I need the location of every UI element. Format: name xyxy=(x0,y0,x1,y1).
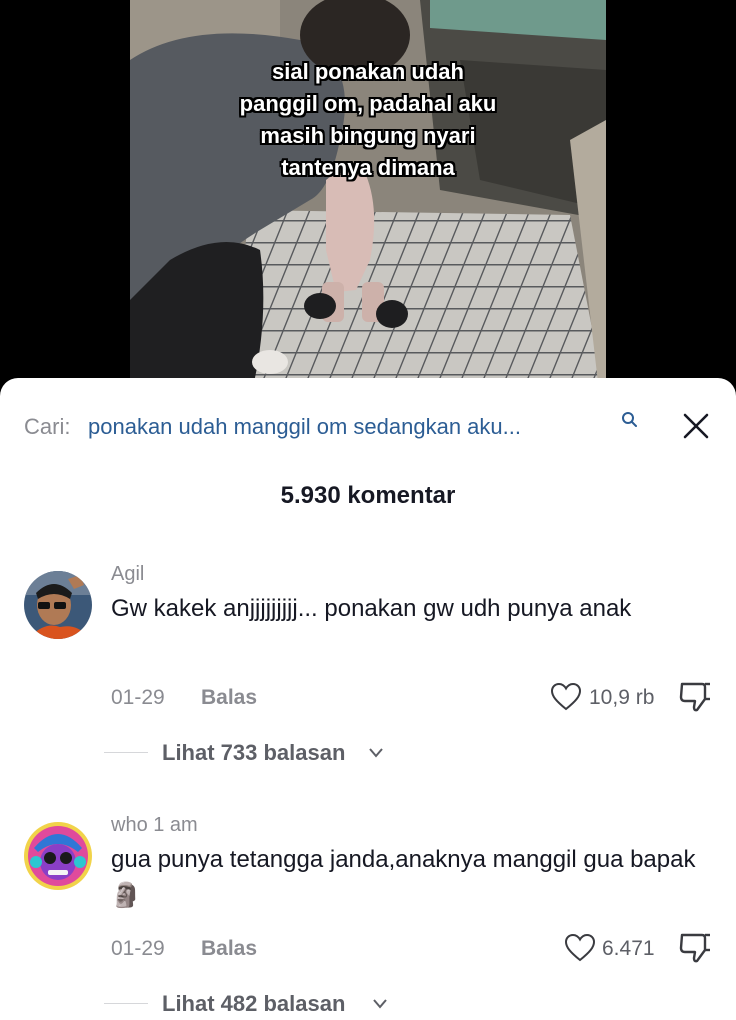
comment-text: Gw kakek anjjjjjjjjj... ponakan gw udh p… xyxy=(111,591,701,627)
caption-line: masih bingung nyari xyxy=(260,123,476,148)
comments-sheet: Cari: ponakan udah manggil om sedangkan … xyxy=(0,378,736,1020)
video-frame[interactable]: sial ponakan udah panggil om, padahal ak… xyxy=(130,0,606,400)
comments-count: 5.930 komentar xyxy=(280,482,456,509)
close-icon[interactable] xyxy=(678,408,714,444)
comment-item: Agil Gw kakek anjjjjjjjjj... ponakan gw … xyxy=(0,563,736,793)
dislike-icon[interactable] xyxy=(678,680,712,712)
comment-text: gua punya tetangga janda,anaknya manggil… xyxy=(111,842,701,914)
moai-emoji: 🗿 xyxy=(111,882,141,909)
view-replies-button[interactable]: Lihat 482 balasan xyxy=(162,991,345,1017)
like-count: 6.471 xyxy=(602,937,655,960)
comment-date: 01-29 xyxy=(111,937,165,960)
comment-item: who 1 am gua punya tetangga janda,anakny… xyxy=(0,814,736,1020)
search-icon[interactable] xyxy=(620,410,640,430)
comment-username[interactable]: who 1 am xyxy=(111,814,198,837)
search-suggestion-row[interactable]: Cari: ponakan udah manggil om sedangkan … xyxy=(24,408,714,444)
avatar-image xyxy=(24,571,92,639)
view-replies-button[interactable]: Lihat 733 balasan xyxy=(162,740,345,766)
caption-line: panggil om, padahal aku xyxy=(239,91,497,116)
search-query-link[interactable]: ponakan udah manggil om sedangkan aku... xyxy=(88,414,521,440)
avatar[interactable] xyxy=(24,822,92,890)
comment-text-content: Gw kakek anjjjjjjjjj... ponakan gw udh p… xyxy=(111,595,632,622)
like-count: 10,9 rb xyxy=(589,686,655,709)
heart-icon[interactable] xyxy=(564,933,596,963)
search-label: Cari: xyxy=(24,414,71,439)
comment-username[interactable]: Agil xyxy=(111,563,144,586)
divider xyxy=(104,752,148,753)
chevron-down-icon xyxy=(373,999,387,1009)
reply-button[interactable]: Balas xyxy=(201,686,257,710)
avatar-image xyxy=(24,822,92,890)
heart-icon[interactable] xyxy=(550,682,582,712)
video-player[interactable]: sial ponakan udah panggil om, padahal ak… xyxy=(0,0,736,400)
caption-line: sial ponakan udah xyxy=(272,59,464,84)
reply-button[interactable]: Balas xyxy=(201,937,257,961)
comment-text-content: gua punya tetangga janda,anaknya manggil… xyxy=(111,846,696,873)
comment-date: 01-29 xyxy=(111,686,165,709)
video-caption: sial ponakan udah panggil om, padahal ak… xyxy=(130,56,606,184)
chevron-down-icon xyxy=(369,748,383,758)
caption-line: tantenya dimana xyxy=(281,155,455,180)
dislike-icon[interactable] xyxy=(678,931,712,963)
divider xyxy=(104,1003,148,1004)
avatar[interactable] xyxy=(24,571,92,639)
